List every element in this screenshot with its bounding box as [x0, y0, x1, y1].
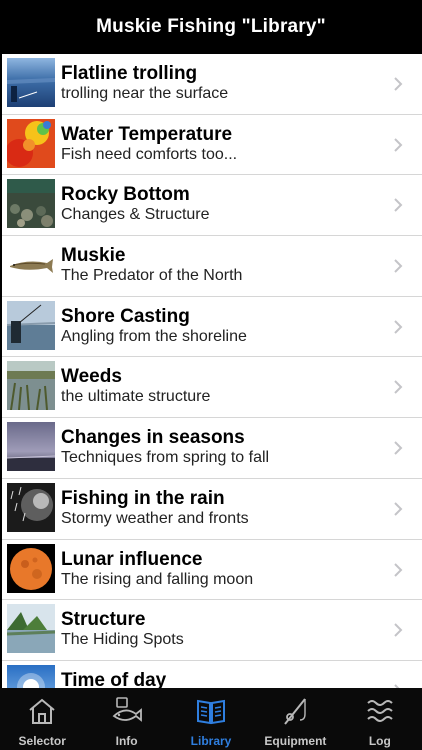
temperature-map-image — [7, 118, 55, 168]
list-item[interactable]: Weeds the ultimate structure — [2, 357, 422, 419]
chevron-right-icon — [394, 137, 403, 152]
list-item[interactable]: Shore Casting Angling from the shoreline — [2, 297, 422, 358]
chevron-right-icon — [394, 623, 403, 637]
page-title: Muskie Fishing "Library" — [96, 16, 326, 37]
tab-equipment[interactable]: Equipment — [253, 688, 337, 750]
item-title: Shore Casting — [61, 305, 190, 327]
fishing-rod-icon — [284, 698, 307, 725]
item-title: Rocky Bottom — [61, 184, 190, 206]
list-item[interactable]: Fishing in the rain Stormy weather and f… — [2, 479, 422, 540]
item-subtitle: Fish need comforts too... — [61, 145, 238, 163]
book-icon — [197, 699, 226, 725]
item-title: Flatline trolling — [61, 63, 198, 84]
item-subtitle: The Hiding Spots — [61, 631, 184, 649]
list-item[interactable]: Time of day — [2, 661, 422, 688]
list-item[interactable]: Rocky Bottom Changes & Structure — [2, 175, 422, 237]
item-title: Changes in seasons — [61, 427, 245, 449]
seasons-sky-image — [7, 422, 55, 472]
tab-info[interactable]: Info — [84, 688, 168, 750]
item-title: Structure — [61, 609, 146, 631]
shore-casting-image — [7, 300, 55, 350]
house-icon — [29, 698, 55, 724]
tab-label: Selector — [18, 734, 66, 748]
item-subtitle: Techniques from spring to fall — [61, 449, 270, 467]
item-subtitle: The Predator of the North — [61, 267, 243, 285]
item-subtitle: Changes & Structure — [61, 206, 210, 224]
structure-image — [7, 604, 55, 654]
chevron-right-icon — [394, 198, 403, 213]
chevron-right-icon — [394, 441, 403, 455]
tab-log[interactable]: Log — [338, 688, 422, 750]
list-item[interactable]: Lunar influence The rising and falling m… — [2, 540, 422, 601]
item-subtitle: the ultimate structure — [61, 388, 211, 406]
item-subtitle: The rising and falling moon — [61, 570, 254, 588]
item-title: Fishing in the rain — [61, 487, 225, 509]
list-item[interactable]: Structure The Hiding Spots — [2, 600, 422, 661]
chevron-right-icon — [394, 380, 403, 395]
item-title: Lunar influence — [61, 548, 203, 570]
tab-bar: Selector Info Library Equipment Log — [0, 688, 422, 750]
list-item[interactable]: Flatline trolling trolling near the surf… — [2, 54, 422, 115]
item-title: Water Temperature — [61, 123, 233, 145]
item-title: Muskie — [61, 245, 126, 267]
chevron-right-icon — [394, 320, 403, 334]
tab-selector[interactable]: Selector — [0, 688, 84, 750]
muskie-fish-image — [7, 240, 55, 290]
item-title: Time of day — [61, 669, 167, 688]
tab-label: Log — [368, 734, 391, 748]
tab-label: Library — [190, 734, 232, 748]
item-subtitle: Angling from the shoreline — [61, 327, 247, 345]
item-subtitle: Stormy weather and fronts — [61, 509, 249, 527]
waves-log-icon — [367, 700, 393, 722]
weeds-image — [7, 361, 55, 411]
time-of-day-image — [7, 664, 55, 688]
fish-info-icon — [112, 697, 142, 722]
rocky-bottom-image — [7, 179, 55, 229]
item-title: Weeds — [61, 366, 122, 388]
chevron-right-icon — [394, 77, 403, 91]
list-item[interactable]: Water Temperature Fish need comforts too… — [2, 115, 422, 176]
nav-bar: Muskie Fishing "Library" — [0, 0, 422, 54]
list-item[interactable]: Muskie The Predator of the North — [2, 236, 422, 297]
item-subtitle: trolling near the surface — [61, 85, 229, 102]
list-item[interactable]: Changes in seasons Techniques from sprin… — [2, 418, 422, 479]
tab-label: Equipment — [264, 734, 327, 748]
chevron-right-icon — [394, 562, 403, 577]
chevron-right-icon — [394, 259, 403, 273]
library-list[interactable]: Flatline trolling trolling near the surf… — [2, 54, 422, 688]
trolling-boat-image — [7, 58, 55, 107]
tab-label: Info — [115, 734, 138, 748]
chevron-right-icon — [394, 502, 403, 516]
tab-library[interactable]: Library — [169, 688, 253, 750]
rain-image — [7, 482, 55, 532]
moon-image — [7, 543, 55, 593]
